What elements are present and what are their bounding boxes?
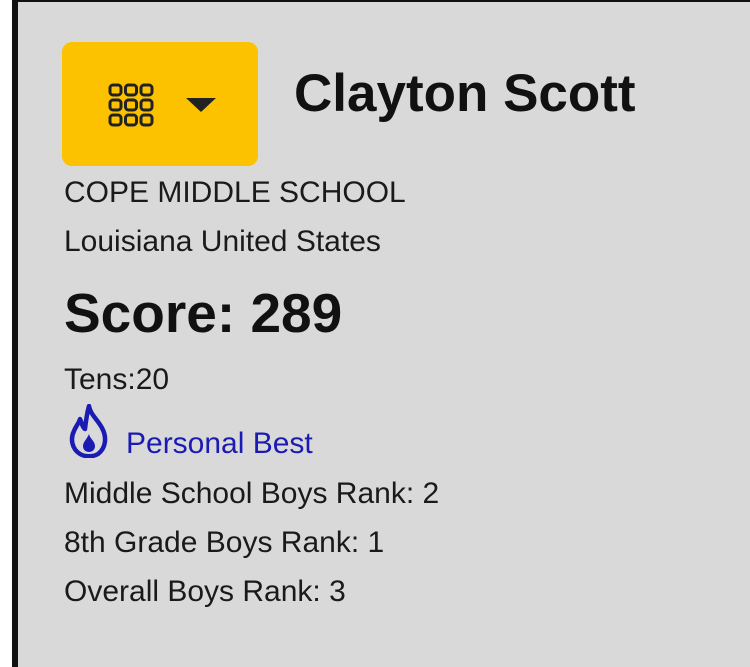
profile-card: Clayton Scott COPE MIDDLE SCHOOL Louisia… xyxy=(12,0,750,667)
player-name: Clayton Scott xyxy=(294,64,636,123)
school-name: COPE MIDDLE SCHOOL xyxy=(64,176,406,209)
flame-icon xyxy=(69,404,108,458)
rank-middle-school-boys: Middle School Boys Rank: 2 xyxy=(64,477,440,510)
player-location: Louisiana United States xyxy=(64,225,381,258)
grid-icon xyxy=(108,83,154,127)
menu-dropdown-button[interactable] xyxy=(62,42,258,166)
score-value: Score: 289 xyxy=(64,282,343,344)
rank-overall-boys: Overall Boys Rank: 3 xyxy=(64,575,346,608)
rank-8th-grade-boys: 8th Grade Boys Rank: 1 xyxy=(64,526,385,559)
personal-best-label: Personal Best xyxy=(126,427,313,460)
tens-count: Tens:20 xyxy=(64,363,170,396)
personal-best-badge: Personal Best xyxy=(68,404,388,460)
caret-down-icon xyxy=(186,98,216,112)
